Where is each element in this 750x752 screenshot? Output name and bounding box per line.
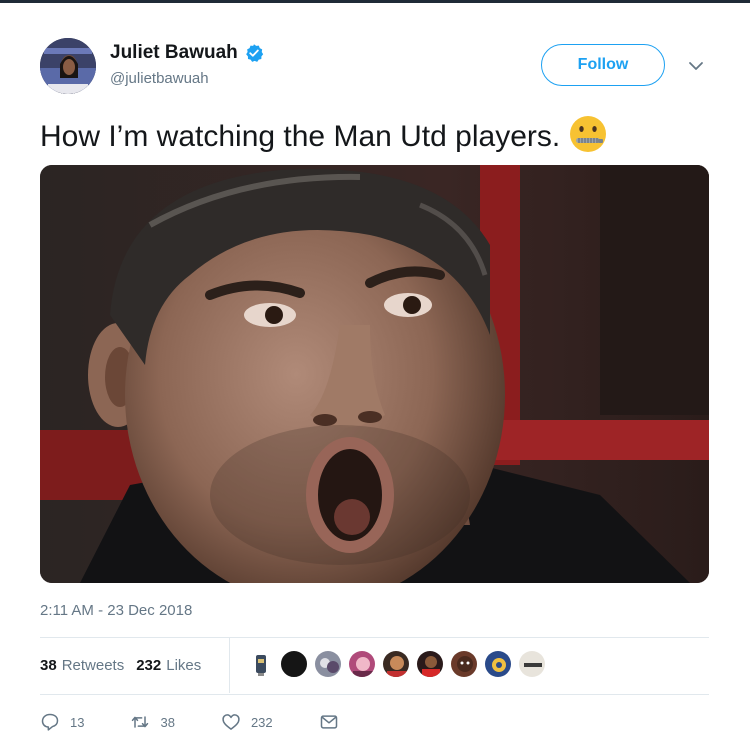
display-name[interactable]: Juliet Bawuah	[110, 42, 238, 64]
user-info: Juliet Bawuah @julietbawuah	[110, 42, 264, 87]
liker-avatar[interactable]	[518, 650, 546, 678]
divider-top	[40, 637, 709, 638]
engagement-stats: 38 Retweets 232 Likes	[40, 650, 213, 680]
follow-button[interactable]: Follow	[541, 44, 665, 86]
liker-avatar[interactable]	[348, 650, 376, 678]
like-button[interactable]: 232	[221, 712, 273, 732]
retweets-label[interactable]: Retweets	[62, 657, 125, 674]
retweets-count[interactable]: 38	[40, 657, 57, 674]
chevron-down-icon[interactable]	[688, 58, 704, 74]
retweet-icon	[132, 716, 149, 728]
tweet-text-content: How I’m watching the Man Utd players.	[40, 120, 561, 153]
liker-avatar[interactable]	[246, 650, 274, 678]
reply-count: 13	[70, 714, 85, 730]
stats-separator	[229, 637, 230, 693]
heart-icon	[222, 714, 240, 730]
likers-avatars	[246, 650, 552, 678]
direct-message-button[interactable]	[319, 712, 349, 732]
top-border	[0, 0, 750, 3]
likes-label[interactable]: Likes	[166, 657, 201, 674]
tweet-actions: 13 38 232	[40, 708, 395, 736]
reply-button[interactable]: 13	[40, 712, 84, 732]
liker-avatar[interactable]	[280, 650, 308, 678]
retweet-button[interactable]: 38	[130, 712, 175, 732]
avatar[interactable]	[40, 38, 96, 94]
user-handle[interactable]: @julietbawuah	[110, 70, 264, 87]
reply-icon	[41, 713, 59, 731]
verified-badge-icon	[245, 44, 263, 62]
like-count: 232	[250, 714, 273, 730]
liker-avatar[interactable]	[416, 650, 444, 678]
envelope-icon	[320, 715, 337, 729]
liker-avatar[interactable]	[382, 650, 410, 678]
tweet-photo[interactable]	[40, 165, 709, 583]
liker-avatar[interactable]	[484, 650, 512, 678]
liker-avatar[interactable]	[314, 650, 342, 678]
tweet-timestamp[interactable]: 2:11 AM - 23 Dec 2018	[40, 602, 192, 619]
retweet-count: 38	[160, 714, 175, 730]
likes-count[interactable]: 232	[136, 657, 161, 674]
liker-avatar[interactable]	[450, 650, 478, 678]
tweet-header: Juliet Bawuah @julietbawuah Follow	[40, 38, 710, 98]
divider-bottom	[40, 694, 709, 695]
tweet-text: How I’m watching the Man Utd players.	[40, 114, 608, 154]
zipper-mouth-emoji-icon	[570, 116, 607, 152]
